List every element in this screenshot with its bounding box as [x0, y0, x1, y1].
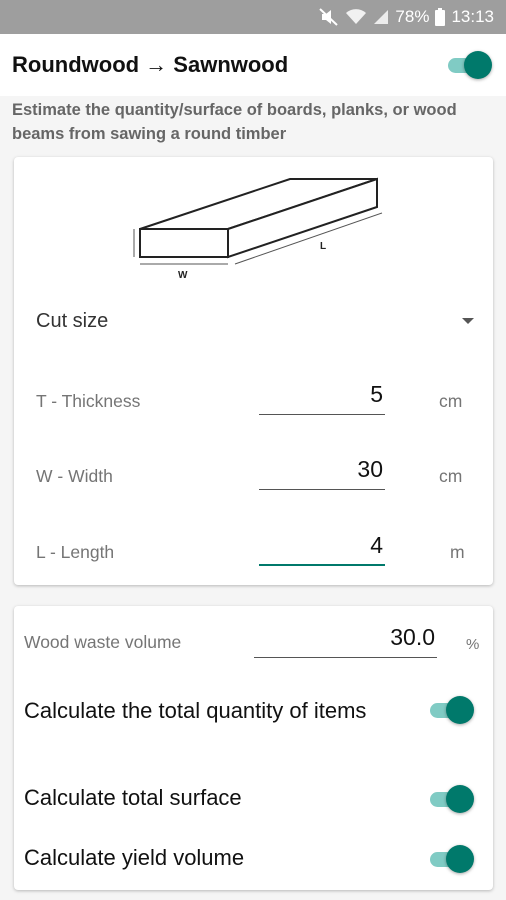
toggle-thumb	[446, 696, 474, 724]
thickness-unit: cm	[439, 391, 463, 411]
total-quantity-toggle[interactable]	[430, 695, 474, 725]
option-label: Calculate yield volume	[24, 845, 245, 870]
board-diagram: T W L	[133, 177, 383, 281]
battery-icon	[435, 8, 446, 26]
page-title: Roundwood → Sawnwood	[12, 52, 289, 77]
width-label: W - Width	[36, 466, 113, 486]
length-label: L - Length	[36, 542, 115, 562]
signal-icon	[373, 9, 389, 25]
diagram-label-w: W	[178, 270, 188, 281]
option-label: Calculate total surface	[24, 785, 242, 810]
toggle-thumb	[446, 785, 474, 813]
wifi-icon	[345, 8, 367, 26]
cut-size-label: Cut size	[36, 310, 109, 332]
page-description: Estimate the quantity/surface of boards,…	[12, 101, 457, 143]
dropdown-arrow-icon	[462, 318, 474, 324]
option-total-surface[interactable]: Calculate total surface	[14, 783, 493, 817]
mute-icon	[319, 8, 339, 26]
option-yield-volume[interactable]: Calculate yield volume	[14, 843, 493, 877]
options-card: Wood waste volume % Calculate the total …	[14, 606, 493, 890]
yield-volume-toggle[interactable]	[430, 844, 474, 874]
option-label: Calculate the total quantity of items	[24, 698, 367, 723]
width-row: W - Width cm	[14, 442, 493, 502]
cut-size-card: T W L Cut size T - Thickness cm W - Widt…	[14, 157, 493, 585]
length-input[interactable]	[259, 526, 385, 566]
app-header: Roundwood → Sawnwood	[0, 34, 506, 96]
total-surface-toggle[interactable]	[430, 784, 474, 814]
thickness-label: T - Thickness	[36, 391, 141, 411]
option-total-quantity[interactable]: Calculate the total quantity of items	[14, 696, 493, 758]
thickness-row: T - Thickness cm	[14, 367, 493, 427]
diagram-label-l: L	[320, 241, 326, 252]
toggle-thumb	[464, 51, 492, 79]
waste-unit: %	[466, 636, 480, 653]
header-toggle[interactable]	[448, 50, 492, 80]
battery-percent: 78%	[395, 7, 430, 26]
width-input[interactable]	[259, 450, 385, 490]
length-row: L - Length m	[14, 518, 493, 578]
width-unit: cm	[439, 466, 463, 486]
cut-size-dropdown[interactable]: Cut size	[36, 300, 474, 340]
waste-input[interactable]	[254, 618, 437, 658]
toggle-thumb	[446, 845, 474, 873]
clock: 13:13	[451, 7, 494, 26]
thickness-input[interactable]	[259, 375, 385, 415]
waste-row: Wood waste volume %	[14, 610, 493, 670]
status-bar: 78% 13:13	[0, 0, 506, 34]
waste-label: Wood waste volume	[24, 632, 182, 652]
length-unit: m	[450, 542, 465, 562]
